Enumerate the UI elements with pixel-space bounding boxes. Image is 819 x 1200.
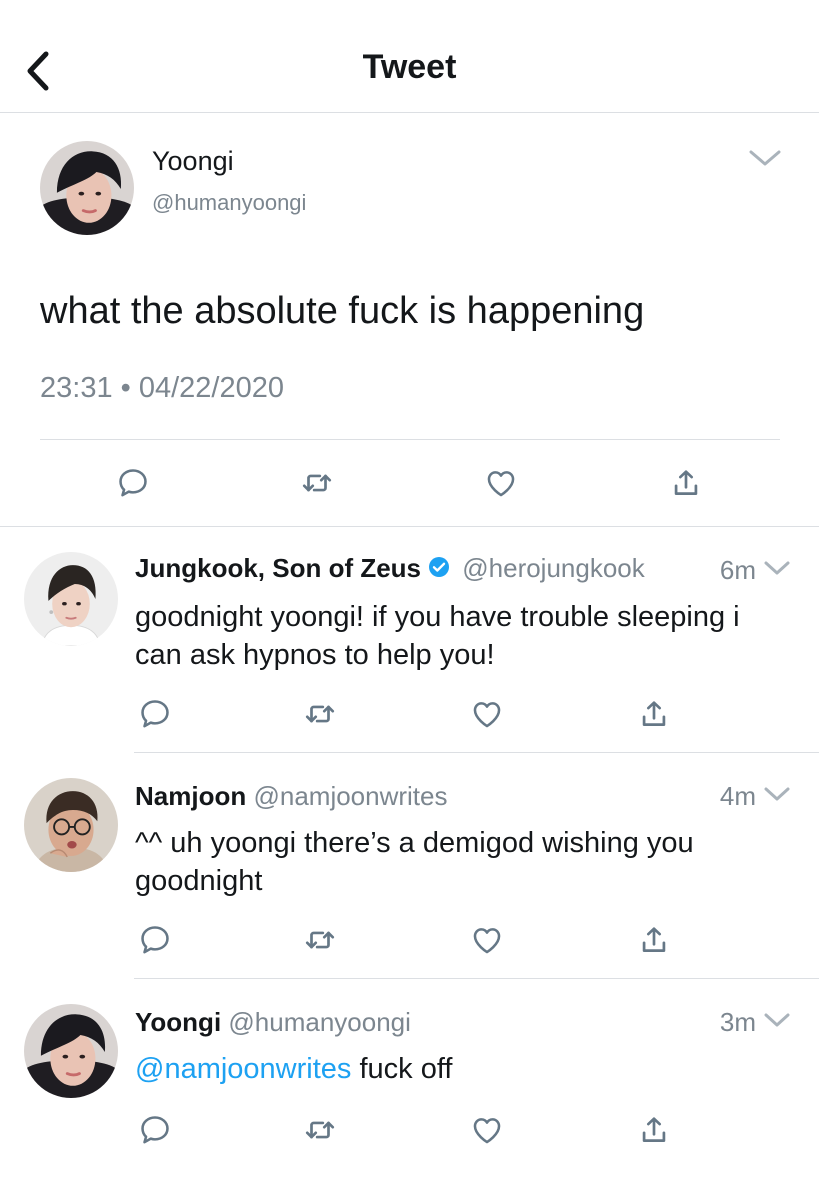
retweet-button[interactable] [303, 697, 337, 731]
retweet-button[interactable] [300, 466, 334, 500]
mention-link[interactable]: @namjoonwrites [135, 1053, 351, 1085]
reply-header: Namjoon @namjoonwrites [135, 781, 448, 812]
reply-icon [138, 923, 172, 957]
reply-header: Yoongi @humanyoongi [135, 1007, 411, 1038]
reply-text-body: fuck off [351, 1053, 453, 1085]
share-icon [637, 1113, 671, 1147]
reply-time[interactable]: 4m [676, 781, 756, 812]
reply-icon [116, 466, 150, 500]
divider [0, 112, 819, 113]
reply-button[interactable] [138, 1113, 172, 1147]
share-icon [637, 923, 671, 957]
reply-icon [138, 1113, 172, 1147]
retweet-icon [303, 697, 337, 731]
retweet-icon [300, 466, 334, 500]
share-button[interactable] [669, 466, 703, 500]
like-button[interactable] [470, 697, 504, 731]
retweet-button[interactable] [303, 1113, 337, 1147]
divider [0, 526, 819, 527]
reply-time[interactable]: 3m [676, 1007, 756, 1038]
divider [134, 978, 819, 979]
reply-button[interactable] [138, 923, 172, 957]
author-name[interactable]: Yoongi [135, 1007, 221, 1037]
like-button[interactable] [470, 923, 504, 957]
tweet-timestamp[interactable]: 23:31 • 04/22/2020 [40, 372, 284, 405]
chevron-down-icon[interactable] [760, 784, 794, 804]
author-handle[interactable]: @namjoonwrites [253, 781, 447, 811]
reply-text: goodnight yoongi! if you have trouble sl… [135, 601, 740, 671]
retweet-button[interactable] [303, 923, 337, 957]
retweet-icon [303, 1113, 337, 1147]
author-name[interactable]: Yoongi [152, 146, 234, 177]
verified-badge-icon [427, 555, 451, 579]
reply-button[interactable] [138, 697, 172, 731]
avatar[interactable] [24, 778, 118, 872]
reply-icon [138, 697, 172, 731]
author-handle[interactable]: @herojungkook [462, 553, 645, 583]
share-button[interactable] [637, 1113, 671, 1147]
author-handle[interactable]: @humanyoongi [152, 190, 306, 216]
chevron-down-icon[interactable] [760, 1010, 794, 1030]
retweet-icon [303, 923, 337, 957]
reply-header: Jungkook, Son of Zeus @herojungkook [135, 553, 645, 584]
tweet-text: what the absolute fuck is happening [40, 290, 645, 332]
share-icon [669, 466, 703, 500]
divider [134, 752, 819, 753]
reply-time[interactable]: 6m [676, 555, 756, 586]
avatar[interactable] [24, 1004, 118, 1098]
reply-text: @namjoonwrites fuck off [135, 1050, 785, 1088]
share-button[interactable] [637, 697, 671, 731]
like-icon [470, 697, 504, 731]
divider [40, 439, 780, 440]
like-button[interactable] [470, 1113, 504, 1147]
reply-text: ^^ uh yoongi there’s a demigod wishing y… [135, 827, 694, 897]
avatar[interactable] [24, 552, 118, 646]
share-button[interactable] [637, 923, 671, 957]
share-icon [637, 697, 671, 731]
chevron-down-icon[interactable] [760, 558, 794, 578]
like-button[interactable] [484, 466, 518, 500]
like-icon [470, 923, 504, 957]
chevron-down-icon[interactable] [748, 148, 782, 168]
like-icon [484, 466, 518, 500]
page-title: Tweet [362, 48, 457, 86]
author-handle[interactable]: @humanyoongi [228, 1007, 411, 1037]
author-name[interactable]: Jungkook, Son of Zeus [135, 553, 421, 583]
reply-button[interactable] [116, 466, 150, 500]
avatar[interactable] [40, 141, 134, 235]
like-icon [470, 1113, 504, 1147]
author-name[interactable]: Namjoon [135, 781, 246, 811]
